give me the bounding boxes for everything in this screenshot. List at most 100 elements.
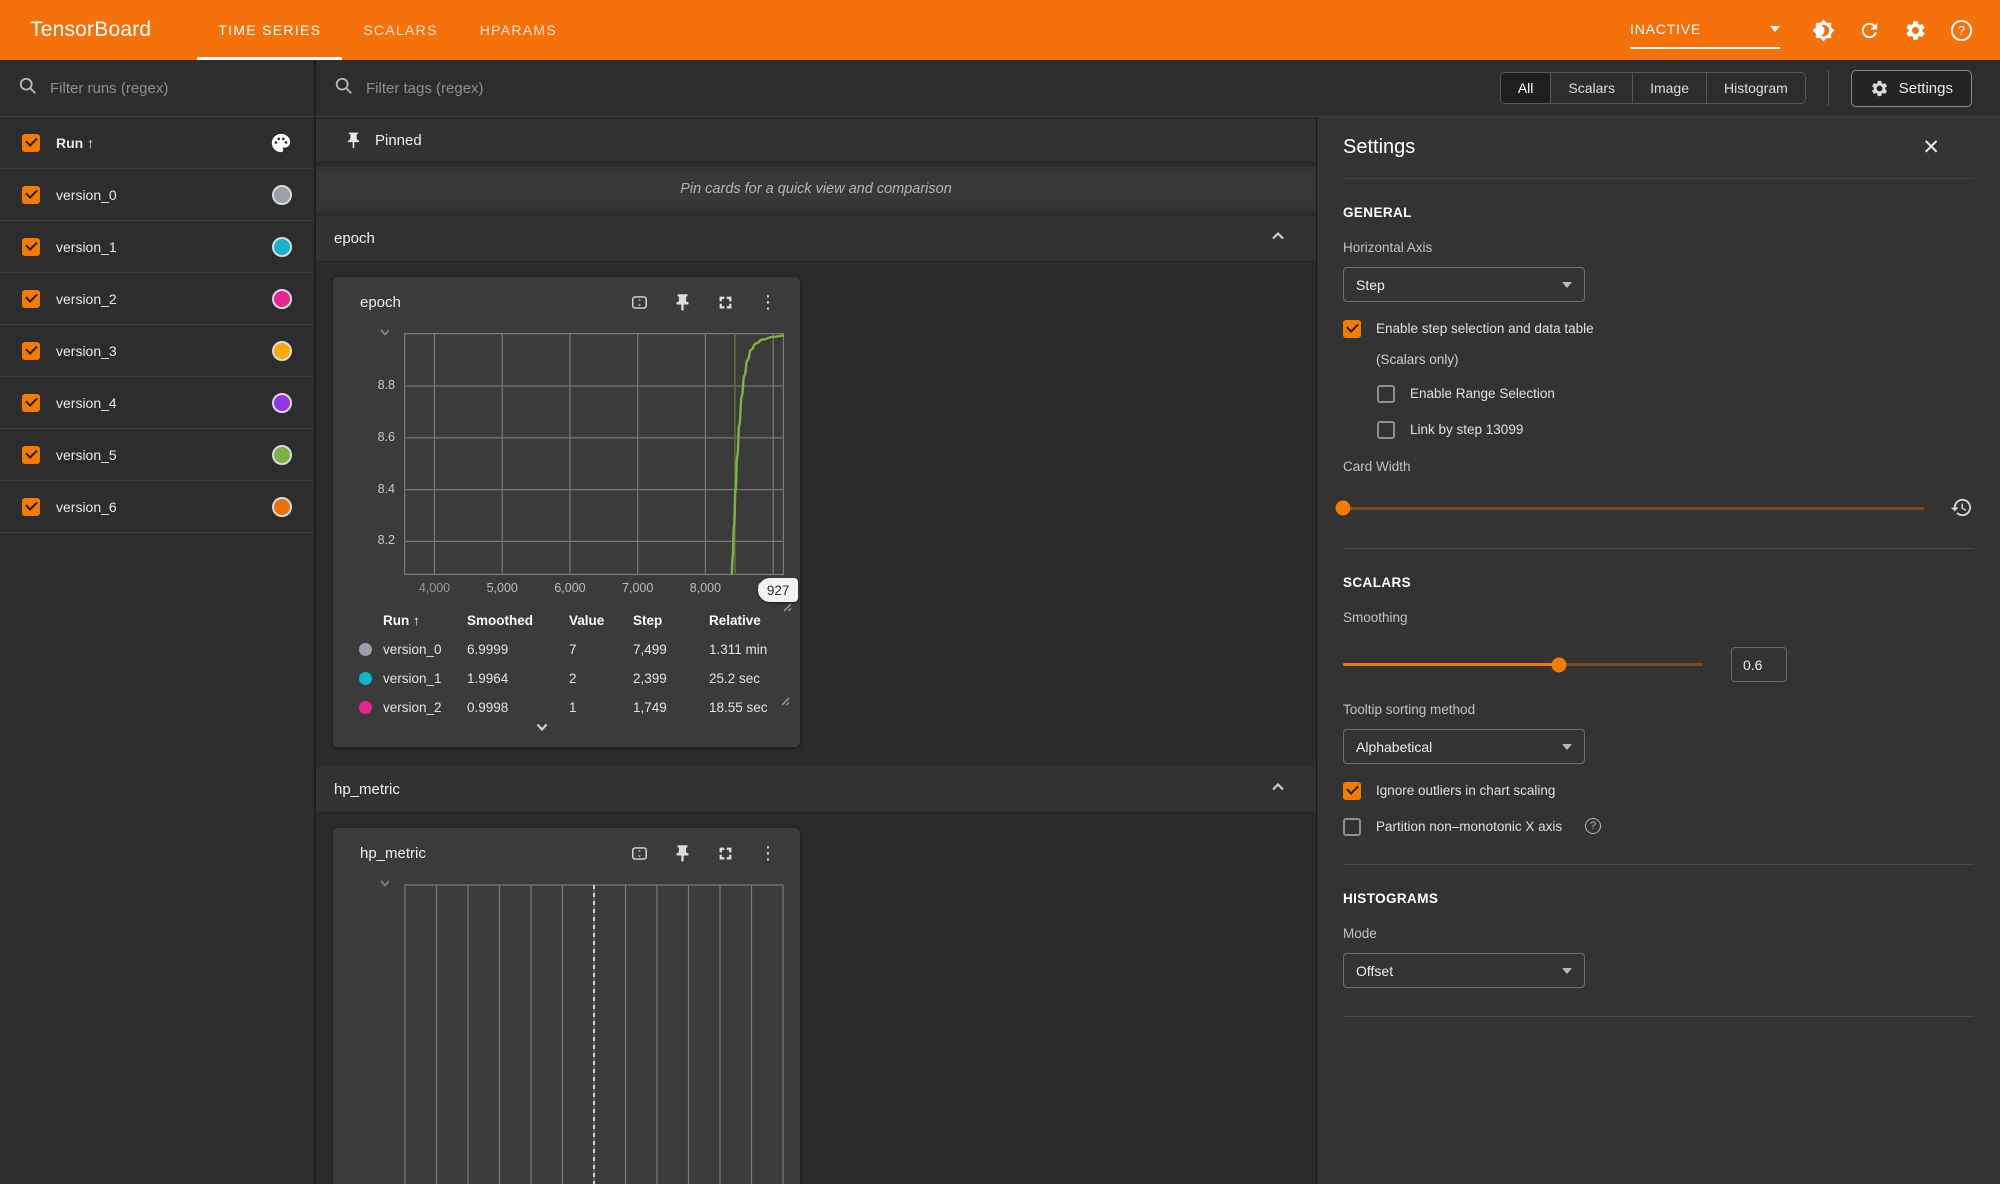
select-all-runs-checkbox[interactable] [22, 134, 40, 152]
table-cell: 6.9999 [467, 635, 569, 664]
settings-button[interactable]: Settings [1851, 70, 1972, 107]
fullscreen-icon[interactable] [715, 843, 735, 863]
epoch-plot-svg[interactable] [404, 333, 784, 575]
fit-to-data-icon[interactable] [629, 292, 649, 312]
run-row-version_6[interactable]: version_6 [0, 481, 314, 533]
top-bar-right: INACTIVE ? [1630, 0, 2000, 60]
smoothed-header[interactable]: Smoothed [467, 605, 569, 635]
hp-plot-svg[interactable] [404, 884, 784, 1184]
run-row-version_2[interactable]: version_2 [0, 273, 314, 325]
tag-filter-image[interactable]: Image [1633, 73, 1707, 103]
tooltip-sorting-select[interactable]: Alphabetical [1343, 729, 1585, 764]
checkbox-unchecked[interactable] [1377, 421, 1395, 439]
checkbox-unchecked[interactable] [1343, 818, 1361, 836]
run-color-dot [272, 497, 292, 517]
run-checkbox[interactable] [22, 446, 40, 464]
link-by-step-checkbox-row[interactable]: Link by step 13099 [1377, 421, 1974, 439]
smoothing-value-input[interactable]: 0.6 [1731, 647, 1787, 682]
card-title: epoch [360, 294, 401, 311]
step-selection-checkbox-row[interactable]: Enable step selection and data table [1343, 320, 1974, 338]
run-checkbox[interactable] [22, 498, 40, 516]
hp-metric-chart[interactable] [333, 878, 800, 1184]
pin-icon [344, 131, 363, 150]
run-row-version_3[interactable]: version_3 [0, 325, 314, 377]
help-icon[interactable]: ? [1585, 818, 1601, 834]
chevron-up-icon[interactable] [1270, 228, 1286, 249]
run-checkbox[interactable] [22, 290, 40, 308]
filter-runs-input[interactable] [50, 80, 314, 97]
x-tick-label: 4,000 [419, 581, 450, 595]
more-options-icon[interactable]: ⋮ [758, 843, 778, 863]
reset-card-width-icon[interactable] [1950, 496, 1974, 520]
expand-table-chevron-icon[interactable] [533, 718, 551, 741]
run-color-dot [272, 393, 292, 413]
run-row-version_5[interactable]: version_5 [0, 429, 314, 481]
pin-icon[interactable] [672, 292, 692, 312]
filter-tags-input[interactable] [366, 80, 666, 97]
ignore-outliers-checkbox-row[interactable]: Ignore outliers in chart scaling [1343, 782, 1974, 800]
run-row-version_4[interactable]: version_4 [0, 377, 314, 429]
step-header[interactable]: Step [633, 605, 709, 635]
more-options-icon[interactable]: ⋮ [758, 292, 778, 312]
horizontal-axis-select[interactable]: Step [1343, 267, 1585, 302]
run-name: version_3 [56, 343, 117, 359]
tensorboard-app: TensorBoard TIME SERIES SCALARS HPARAMS … [0, 0, 2000, 1184]
tag-filter-scalars[interactable]: Scalars [1551, 73, 1633, 103]
checkbox-checked[interactable] [1343, 320, 1361, 338]
card-actions: ⋮ [629, 292, 778, 312]
epoch-chart[interactable]: 8.88.68.48.2 4,0005,0006,0007,0008,0009,… [333, 327, 800, 605]
run-checkbox[interactable] [22, 186, 40, 204]
scalars-only-note: (Scalars only) [1376, 352, 1974, 367]
section-header-hp-metric[interactable]: hp_metric [316, 767, 1316, 813]
histogram-mode-select[interactable]: Offset [1343, 953, 1585, 988]
chevron-down-icon[interactable] [379, 325, 391, 343]
tab-scalars[interactable]: SCALARS [342, 0, 458, 60]
tab-time-series[interactable]: TIME SERIES [197, 0, 342, 60]
run-row-version_0[interactable]: version_0 [0, 169, 314, 221]
run-row-version_1[interactable]: version_1 [0, 221, 314, 273]
checkbox-checked[interactable] [1343, 782, 1361, 800]
svg-text:?: ? [1958, 23, 1965, 37]
app-logo: TensorBoard [0, 0, 197, 60]
run-color-dot [272, 289, 292, 309]
smoothing-slider[interactable] [1343, 663, 1703, 666]
gear-icon[interactable] [1902, 17, 1928, 43]
resize-grip-icon[interactable] [779, 693, 790, 711]
chevron-up-icon[interactable] [1270, 779, 1286, 800]
y-tick-label: 8.4 [349, 482, 395, 496]
section-header-epoch[interactable]: epoch [316, 216, 1316, 262]
value-header[interactable]: Value [569, 605, 633, 635]
run-checkbox[interactable] [22, 394, 40, 412]
fullscreen-icon[interactable] [715, 292, 735, 312]
brightness-icon[interactable] [1810, 17, 1836, 43]
tab-hparams[interactable]: HPARAMS [459, 0, 578, 60]
run-checkbox[interactable] [22, 342, 40, 360]
close-icon[interactable]: ✕ [1922, 135, 1940, 160]
slider-thumb[interactable] [1336, 501, 1351, 516]
card-width-slider[interactable] [1343, 507, 1924, 510]
relative-header[interactable]: Relative [709, 605, 809, 635]
table-cell: 25.2 sec [709, 664, 809, 693]
tag-filter-histogram[interactable]: Histogram [1707, 73, 1805, 103]
step-selector-fob[interactable]: 927 [758, 578, 798, 602]
range-selection-checkbox-row[interactable]: Enable Range Selection [1377, 385, 1974, 403]
run-checkbox[interactable] [22, 238, 40, 256]
refresh-icon[interactable] [1856, 17, 1882, 43]
palette-icon[interactable] [270, 132, 292, 154]
horizontal-axis-label: Horizontal Axis [1343, 240, 1974, 255]
pin-icon[interactable] [672, 843, 692, 863]
run-column-label[interactable]: Run ↑ [56, 135, 94, 151]
help-icon[interactable]: ? [1948, 17, 1974, 43]
run-header[interactable]: Run ↑ [383, 605, 467, 635]
tag-filter-all[interactable]: All [1501, 73, 1552, 103]
tag-type-filter-group: AllScalarsImageHistogram [1500, 72, 1806, 104]
fit-to-data-icon[interactable] [629, 843, 649, 863]
partition-x-axis-checkbox-row[interactable]: Partition non–monotonic X axis ? [1343, 818, 1974, 836]
slider-thumb[interactable] [1552, 657, 1567, 672]
chevron-down-icon[interactable] [379, 876, 391, 894]
reload-status-dropdown[interactable]: INACTIVE [1630, 11, 1780, 49]
checkbox-unchecked[interactable] [1377, 385, 1395, 403]
settings-panel-header: Settings ✕ [1343, 117, 1974, 179]
run-name: version_1 [56, 239, 117, 255]
settings-panel: Settings ✕ GENERAL Horizontal Axis Step … [1316, 117, 2000, 1184]
